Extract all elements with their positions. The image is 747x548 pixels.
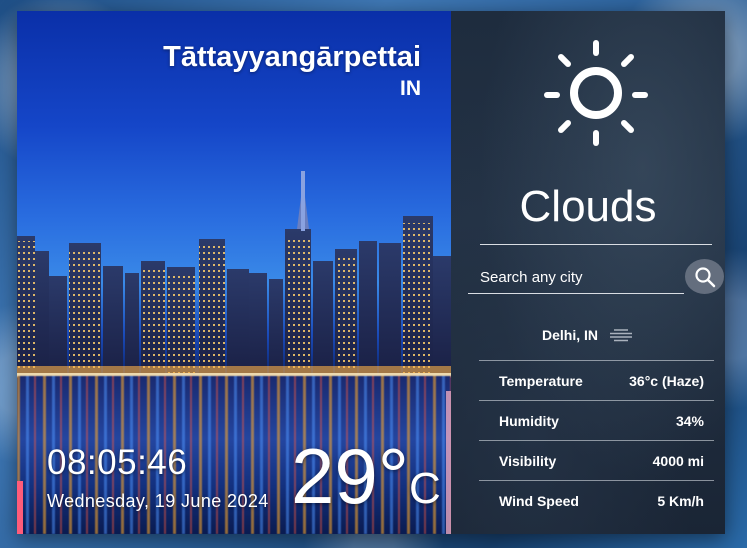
- accent-bar: [17, 481, 23, 534]
- stat-value: 34%: [675, 412, 704, 429]
- temperature-unit: C: [408, 464, 441, 513]
- stat-value: 36°c (Haze): [629, 372, 704, 389]
- stat-visibility: Visibility 4000 mi: [479, 440, 714, 480]
- temperature-value: 29°: [291, 432, 409, 520]
- stat-wind-speed: Wind Speed 5 Km/h: [479, 480, 714, 520]
- stat-label: Visibility: [499, 452, 557, 469]
- divider: [480, 244, 712, 245]
- stat-temperature: Temperature 36°c (Haze): [479, 360, 714, 400]
- current-time: 08:05:46: [47, 443, 188, 482]
- selected-city-row: Delhi, IN: [451, 327, 725, 343]
- sun-icon: [541, 35, 657, 151]
- stat-humidity: Humidity 34%: [479, 400, 714, 440]
- search-button[interactable]: [685, 259, 724, 294]
- stat-value: 4000 mi: [652, 452, 704, 469]
- weather-stats-list: Temperature 36°c (Haze) Humidity 34% Vis…: [479, 360, 714, 520]
- weather-condition: Clouds: [519, 182, 657, 231]
- haze-icon: [610, 329, 632, 342]
- stat-label: Wind Speed: [499, 492, 579, 509]
- selected-city-label: Delhi, IN: [541, 327, 598, 343]
- stat-value: 5 Km/h: [657, 492, 704, 509]
- search-icon: [694, 266, 715, 287]
- city-image-panel: Tāttayyangārpettai IN 08:05:46 Wednesday…: [17, 11, 451, 534]
- country-code: IN: [400, 77, 421, 100]
- search-input[interactable]: [468, 262, 684, 294]
- stat-label: Temperature: [499, 372, 583, 389]
- current-temperature: 29°C: [291, 436, 441, 529]
- weather-details-panel: Clouds Delhi, IN Temperature: [451, 11, 725, 534]
- stat-label: Humidity: [499, 412, 559, 429]
- city-name: Tāttayyangārpettai: [163, 41, 421, 73]
- current-date: Wednesday, 19 June 2024: [47, 491, 269, 511]
- weather-card: Tāttayyangārpettai IN 08:05:46 Wednesday…: [17, 11, 725, 534]
